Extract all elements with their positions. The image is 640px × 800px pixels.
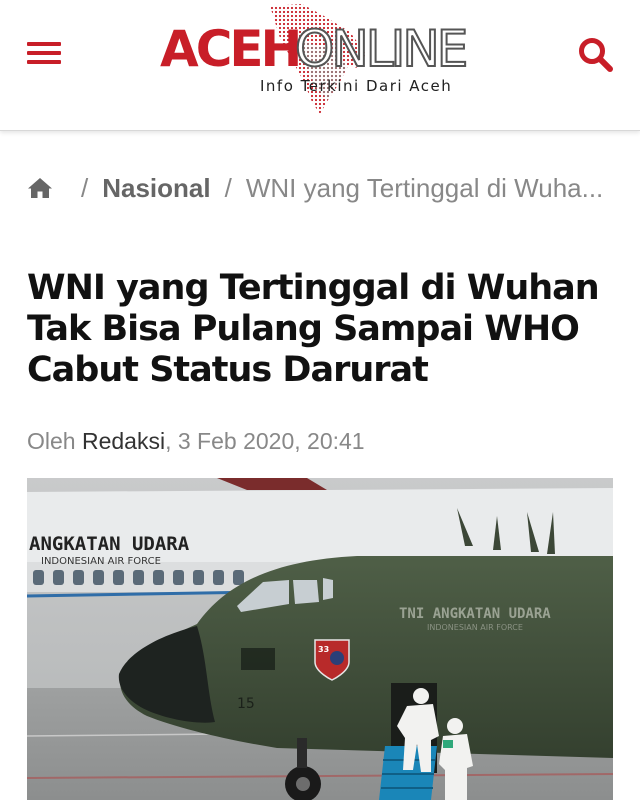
breadcrumb-separator: /: [81, 172, 89, 203]
white-plane-sublabel: INDONESIAN AIR FORCE: [41, 556, 161, 567]
hamburger-menu-icon[interactable]: [27, 40, 63, 66]
publish-date: , 3 Feb 2020, 20:41: [165, 428, 365, 454]
home-icon[interactable]: [27, 176, 53, 200]
white-plane-label: ANGKATAN UDARA: [29, 533, 190, 555]
breadcrumb-separator: /: [224, 172, 232, 203]
site-header: ACEH ONLINE Info Terkini Dari Aceh: [0, 0, 640, 131]
tail-number: 15: [237, 696, 255, 712]
photo-airplanes-graphic: ANGKATAN UDARA INDONESIAN AIR FORCE TNI …: [27, 478, 613, 800]
breadcrumb: / Nasional / WNI yang Tertinggal di Wuha…: [27, 170, 617, 206]
article-title: WNI yang Tertinggal di Wuhan Tak Bisa Pu…: [27, 268, 600, 390]
logo-text-aceh: ACEH: [160, 20, 302, 78]
article-photo[interactable]: ANGKATAN UDARA INDONESIAN AIR FORCE TNI …: [27, 478, 613, 800]
search-icon[interactable]: [577, 36, 615, 74]
green-plane-sublabel: INDONESIAN AIR FORCE: [427, 623, 523, 632]
author-link[interactable]: Redaksi: [82, 428, 165, 454]
logo-text-online: ONLINE: [294, 20, 469, 78]
logo-tagline: Info Terkini Dari Aceh: [260, 77, 453, 95]
site-logo[interactable]: ACEH ONLINE Info Terkini Dari Aceh: [160, 0, 490, 125]
green-plane-label: TNI ANGKATAN UDARA: [399, 606, 551, 622]
breadcrumb-current-page: WNI yang Tertinggal di Wuha...: [245, 172, 604, 203]
byline-prefix: Oleh: [27, 428, 76, 454]
article-byline: Oleh Redaksi, 3 Feb 2020, 20:41: [27, 428, 365, 455]
squadron-badge-number: 33: [318, 645, 329, 654]
breadcrumb-category-link[interactable]: Nasional: [102, 173, 210, 204]
